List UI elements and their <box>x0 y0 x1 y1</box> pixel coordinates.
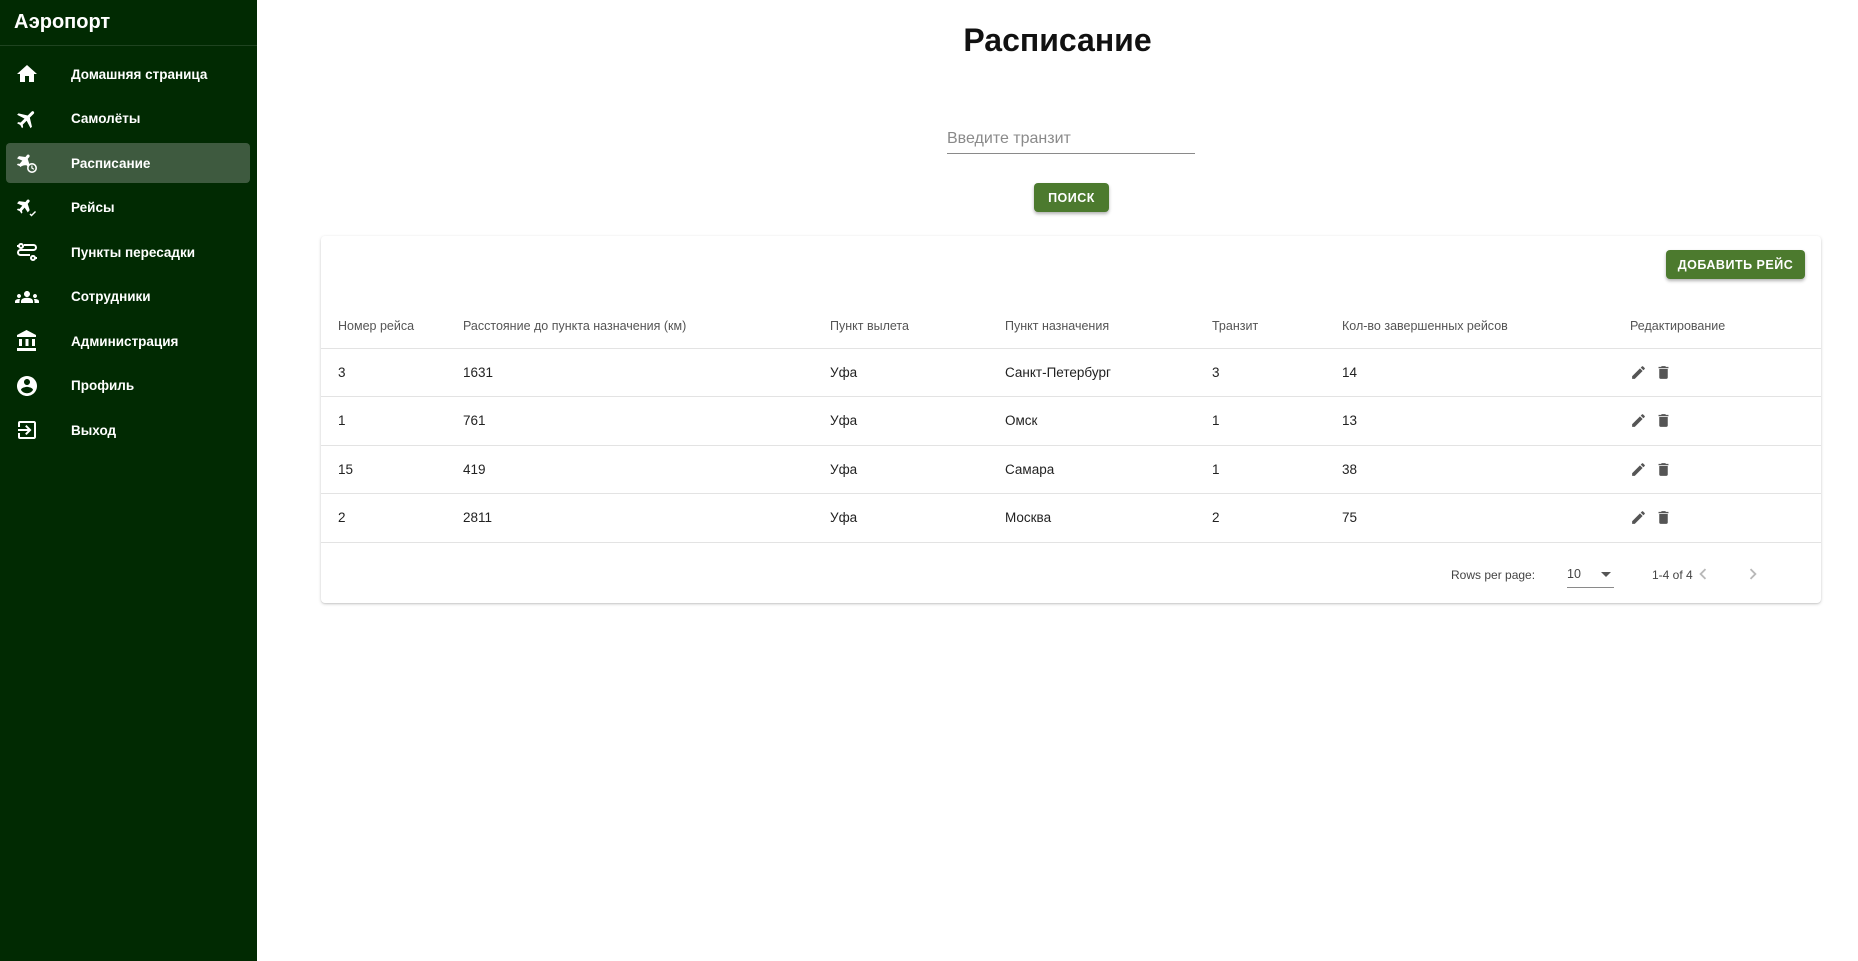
column-header-departure[interactable]: Пункт вылета <box>830 298 1005 349</box>
cell-distance: 1631 <box>463 348 830 397</box>
route-icon <box>15 240 39 264</box>
sidebar-item-label: Администрация <box>71 333 179 349</box>
sidebar-item-airplanes[interactable]: Самолёты <box>6 99 250 139</box>
cell-flight-number: 2 <box>321 493 463 543</box>
cell-flight-number: 1 <box>321 396 463 446</box>
cell-departure: Уфа <box>830 445 1005 494</box>
edit-icon[interactable] <box>1630 412 1647 429</box>
cell-transit: 3 <box>1212 348 1342 397</box>
edit-icon[interactable] <box>1630 509 1647 526</box>
cell-completed-flights: 38 <box>1342 445 1630 494</box>
sidebar-item-label: Домашняя страница <box>71 66 208 82</box>
rows-per-page-select[interactable]: 10 <box>1567 561 1614 588</box>
sidebar-item-logout[interactable]: Выход <box>6 410 250 450</box>
column-header-edit: Редактирование <box>1630 298 1821 349</box>
page-title: Расписание <box>963 22 1152 58</box>
sidebar-item-label: Пункты пересадки <box>71 244 196 260</box>
cell-actions <box>1630 396 1821 446</box>
delete-icon[interactable] <box>1655 364 1672 381</box>
chevron-right-icon <box>1749 568 1757 580</box>
cell-departure: Уфа <box>830 348 1005 397</box>
sidebar-item-profile[interactable]: Профиль <box>6 366 250 406</box>
cell-destination: Самара <box>1005 445 1212 494</box>
delete-icon[interactable] <box>1655 461 1672 478</box>
delete-icon[interactable] <box>1655 412 1672 429</box>
column-header-flight-number[interactable]: Номер рейса <box>321 298 463 349</box>
table-header-row: Номер рейса Расстояние до пункта назначе… <box>321 298 1821 349</box>
main-content: Расписание ПОИСК ДОБАВИТЬ РЕЙС Номер рей… <box>257 0 1858 961</box>
rows-per-page-label: Rows per page: <box>1451 568 1536 582</box>
cell-completed-flights: 14 <box>1342 348 1630 397</box>
table-row: 1 761 Уфа Омск 1 13 <box>321 396 1821 446</box>
delete-icon[interactable] <box>1655 509 1672 526</box>
column-header-transit[interactable]: Транзит <box>1212 298 1342 349</box>
schedule-table-card: ДОБАВИТЬ РЕЙС Номер рейса Расстояние до … <box>321 236 1821 603</box>
edit-icon[interactable] <box>1630 461 1647 478</box>
cell-departure: Уфа <box>830 493 1005 543</box>
sidebar-item-administration[interactable]: Администрация <box>6 321 250 361</box>
people-icon <box>14 285 39 309</box>
chevron-left-icon <box>1699 568 1707 580</box>
table-row: 15 419 Уфа Самара 1 38 <box>321 445 1821 494</box>
pagination-range: 1-4 of 4 <box>1652 568 1693 582</box>
cell-flight-number: 15 <box>321 445 463 494</box>
column-header-destination[interactable]: Пункт назначения <box>1005 298 1212 349</box>
home-icon <box>15 62 39 86</box>
cell-destination: Омск <box>1005 396 1212 446</box>
sidebar: Аэропорт Домашняя страница Самолёты Расп… <box>0 0 257 961</box>
sidebar-item-flights[interactable]: Рейсы <box>6 188 250 228</box>
sidebar-item-label: Сотрудники <box>71 289 151 304</box>
institution-icon <box>15 329 39 353</box>
schedule-table: Номер рейса Расстояние до пункта назначе… <box>321 298 1821 543</box>
cell-transit: 2 <box>1212 493 1342 543</box>
cell-completed-flights: 75 <box>1342 493 1630 543</box>
sidebar-item-label: Рейсы <box>71 200 115 215</box>
cell-completed-flights: 13 <box>1342 396 1630 446</box>
edit-icon[interactable] <box>1630 364 1647 381</box>
sidebar-item-home[interactable]: Домашняя страница <box>6 54 250 94</box>
cell-transit: 1 <box>1212 445 1342 494</box>
cell-actions <box>1630 348 1821 397</box>
sidebar-item-schedule[interactable]: Расписание <box>6 143 250 183</box>
table-pagination: Rows per page: 10 1-4 of 4 <box>321 545 1821 603</box>
cell-actions <box>1630 445 1821 494</box>
sidebar-item-transfer-points[interactable]: Пункты пересадки <box>6 232 250 272</box>
sidebar-item-label: Выход <box>71 422 117 438</box>
cell-distance: 2811 <box>463 493 830 543</box>
airplane-check-icon <box>15 196 39 220</box>
previous-page-button[interactable] <box>1688 559 1718 589</box>
sidebar-item-label: Расписание <box>71 155 151 171</box>
cell-departure: Уфа <box>830 396 1005 446</box>
cell-actions <box>1630 493 1821 543</box>
table-row: 3 1631 Уфа Санкт-Петербург 3 14 <box>321 348 1821 397</box>
logout-icon <box>15 418 39 442</box>
caret-down-icon <box>1601 572 1611 577</box>
add-flight-button[interactable]: ДОБАВИТЬ РЕЙС <box>1666 250 1805 279</box>
sidebar-item-label: Самолёты <box>71 111 141 126</box>
transit-search-input[interactable] <box>947 124 1195 154</box>
column-header-completed-flights[interactable]: Кол-во завершенных рейсов <box>1342 298 1630 349</box>
cell-flight-number: 3 <box>321 348 463 397</box>
account-circle-icon <box>15 374 39 398</box>
sidebar-item-label: Профиль <box>71 378 135 393</box>
cell-destination: Санкт-Петербург <box>1005 348 1212 397</box>
column-header-distance[interactable]: Расстояние до пункта назначения (км) <box>463 298 830 349</box>
sidebar-item-employees[interactable]: Сотрудники <box>6 277 250 317</box>
table-row: 2 2811 Уфа Москва 2 75 <box>321 493 1821 543</box>
airplane-icon <box>15 107 39 131</box>
cell-destination: Москва <box>1005 493 1212 543</box>
cell-distance: 419 <box>463 445 830 494</box>
app-title: Аэропорт <box>0 0 257 46</box>
sidebar-nav: Домашняя страница Самолёты Расписание Ре… <box>0 46 257 450</box>
search-button[interactable]: ПОИСК <box>1034 183 1109 212</box>
cell-distance: 761 <box>463 396 830 446</box>
airplane-clock-icon <box>15 151 39 175</box>
cell-transit: 1 <box>1212 396 1342 446</box>
next-page-button[interactable] <box>1738 559 1768 589</box>
rows-per-page-value: 10 <box>1567 567 1581 581</box>
